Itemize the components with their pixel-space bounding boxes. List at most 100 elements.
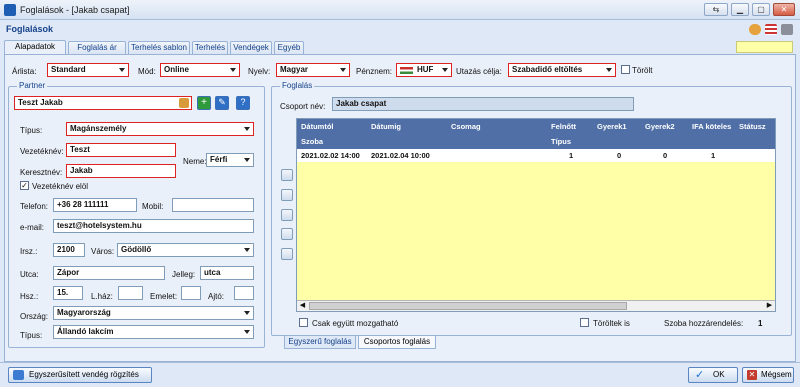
vezeteknev-elol-label: Vezetéknév elöl	[32, 182, 89, 191]
printer-icon[interactable]	[781, 24, 793, 35]
tab-alapadatok[interactable]: Alapadatok	[4, 40, 66, 55]
irsz-field[interactable]: 2100	[53, 243, 85, 257]
hsz-label: Hsz.:	[20, 292, 39, 301]
toroltek-is-checkbox[interactable]	[580, 318, 589, 327]
horizontal-scrollbar[interactable]: ◀ ▶	[297, 300, 775, 311]
utazas-label: Utazás célja:	[456, 67, 502, 76]
csoport-nev-field[interactable]: Jakab csapat	[332, 97, 634, 111]
form-header: Foglalások	[0, 20, 800, 38]
csak-egyutt-label: Csak együtt mozgatható	[312, 319, 399, 328]
arlista-label: Árlista:	[12, 67, 37, 76]
scroll-left-arrow-icon[interactable]: ◀	[298, 302, 307, 310]
scroll-right-arrow-icon[interactable]: ▶	[765, 302, 774, 310]
orszag-select[interactable]: Magyarország	[53, 306, 254, 320]
maximize-button[interactable]: ▢	[752, 3, 770, 16]
telefon-field[interactable]: +36 28 111111	[53, 198, 137, 212]
restore-arrows-button[interactable]: ⇆	[704, 3, 728, 16]
utazas-celja-select[interactable]: Szabadidő eltöltés	[508, 63, 616, 77]
ok-button[interactable]: ✓ OK	[688, 367, 738, 383]
room-delete-icon[interactable]	[281, 209, 293, 221]
lhaz-field[interactable]	[118, 286, 143, 300]
hungary-flag-icon	[400, 67, 413, 74]
szoba-hozzarendeles-value: 1	[758, 319, 763, 328]
col-szoba[interactable]: Szoba	[301, 137, 323, 146]
vezeteknev-elol-checkbox[interactable]: ✓	[20, 181, 29, 190]
subtab-egyszeru-foglalas[interactable]: Egyszerű foglalás	[284, 336, 356, 349]
penznem-select[interactable]: HUF	[396, 63, 452, 77]
list-icon[interactable]	[765, 24, 777, 35]
tab-foglalas-ar[interactable]: Foglalás ár	[68, 41, 126, 55]
varos-select[interactable]: Gödöllő	[117, 243, 254, 257]
col-felnott[interactable]: Felnőtt	[551, 122, 576, 131]
cim-tipus-select[interactable]: Állandó lakcím	[53, 325, 254, 339]
tab-terheles-sablon[interactable]: Terhelés sablon	[128, 41, 190, 55]
tab-vendegek[interactable]: Vendégek	[230, 41, 272, 55]
cell-ifa: 1	[711, 151, 716, 160]
edit-partner-button[interactable]: ✎	[215, 96, 229, 110]
col-gyerek2[interactable]: Gyerek2	[645, 122, 675, 131]
email-field[interactable]: teszt@hotelsystem.hu	[53, 219, 254, 233]
utca-field[interactable]: Zápor	[53, 266, 165, 280]
room-add-icon[interactable]	[281, 169, 293, 181]
mobil-field[interactable]	[172, 198, 254, 212]
subtab-csoportos-foglalas[interactable]: Csoportos foglalás	[358, 336, 436, 349]
nyelv-select[interactable]: Magyar	[276, 63, 350, 77]
nem-label: Neme:	[183, 157, 207, 166]
lhaz-label: L.ház:	[91, 292, 113, 301]
col-ifa-koteles[interactable]: IFA köteles	[692, 122, 731, 131]
tab-terheles[interactable]: Terhelés	[192, 41, 228, 55]
emelet-label: Emelet:	[150, 292, 178, 301]
foglalas-grid: Dátumtól Dátumig Csomag Felnőtt Gyerek1 …	[296, 118, 776, 312]
ajto-field[interactable]	[234, 286, 254, 300]
close-button[interactable]: ✕	[773, 3, 795, 16]
status-indicator-box	[736, 41, 793, 53]
calendar-icon[interactable]	[281, 228, 293, 240]
guest-record-icon	[13, 370, 24, 380]
col-tipus[interactable]: Típus	[551, 137, 571, 146]
jelleg-field[interactable]: utca	[200, 266, 254, 280]
nem-select[interactable]: Férfi	[206, 153, 254, 167]
add-partner-button[interactable]: +	[197, 96, 211, 110]
tipus2-label: Típus:	[20, 331, 43, 340]
cell-datumig: 2021.02.04 10:00	[371, 151, 430, 160]
minimize-button[interactable]: ▁	[731, 3, 749, 16]
foglalasok-window: Foglalások - [Jakab csapat] ⇆ ▁ ▢ ✕ Fogl…	[0, 0, 800, 387]
app-icon	[4, 4, 16, 16]
telefon-label: Telefon:	[20, 202, 49, 211]
torolt-checkbox[interactable]	[621, 65, 630, 74]
varos-label: Város:	[91, 247, 115, 256]
tipus-select[interactable]: Magánszemély	[66, 122, 254, 136]
guests-icon[interactable]	[281, 248, 293, 260]
arlista-select[interactable]: Standard	[47, 63, 129, 77]
col-statusz[interactable]: Státusz	[739, 122, 766, 131]
table-row[interactable]: 2021.02.02 14:00 2021.02.04 10:00 1 0 0 …	[297, 149, 775, 162]
cell-gyerek2: 0	[663, 151, 668, 160]
hsz-field[interactable]: 15.	[53, 286, 83, 300]
col-gyerek1[interactable]: Gyerek1	[597, 122, 627, 131]
room-edit-icon[interactable]	[281, 189, 293, 201]
col-datumtol[interactable]: Dátumtól	[301, 122, 334, 131]
emelet-field[interactable]	[181, 286, 201, 300]
egyszerusitett-rogzites-button[interactable]: Egyszerűsített vendég rögzítés	[8, 367, 152, 383]
partner-group-title: Partner	[17, 81, 48, 90]
keresztnev-field[interactable]: Jakab	[66, 164, 176, 178]
partner-search-icon[interactable]	[179, 98, 189, 108]
cell-datumtol: 2021.02.02 14:00	[301, 151, 360, 160]
penznem-label: Pénznem:	[356, 67, 393, 76]
col-csomag[interactable]: Csomag	[451, 122, 481, 131]
csak-egyutt-checkbox[interactable]	[299, 318, 308, 327]
megsem-button[interactable]: ✕ Mégsem	[742, 367, 794, 383]
form-title: Foglalások	[6, 24, 54, 34]
mod-select[interactable]: Online	[160, 63, 240, 77]
cell-felnott: 1	[569, 151, 574, 160]
orszag-label: Ország:	[20, 312, 49, 321]
help-partner-button[interactable]: ?	[236, 96, 250, 110]
partner-name-field[interactable]: Teszt Jakab	[14, 96, 192, 110]
col-datumig[interactable]: Dátumig	[371, 122, 401, 131]
scroll-thumb[interactable]	[309, 302, 627, 310]
bottom-bar: Egyszerűsített vendég rögzítés ✓ OK ✕ Mé…	[0, 362, 800, 387]
vezeteknev-field[interactable]: Teszt	[66, 143, 176, 157]
tab-egyeb[interactable]: Egyéb	[274, 41, 304, 55]
settings-gear-icon[interactable]	[749, 24, 761, 35]
jelleg-label: Jelleg:	[172, 270, 196, 279]
